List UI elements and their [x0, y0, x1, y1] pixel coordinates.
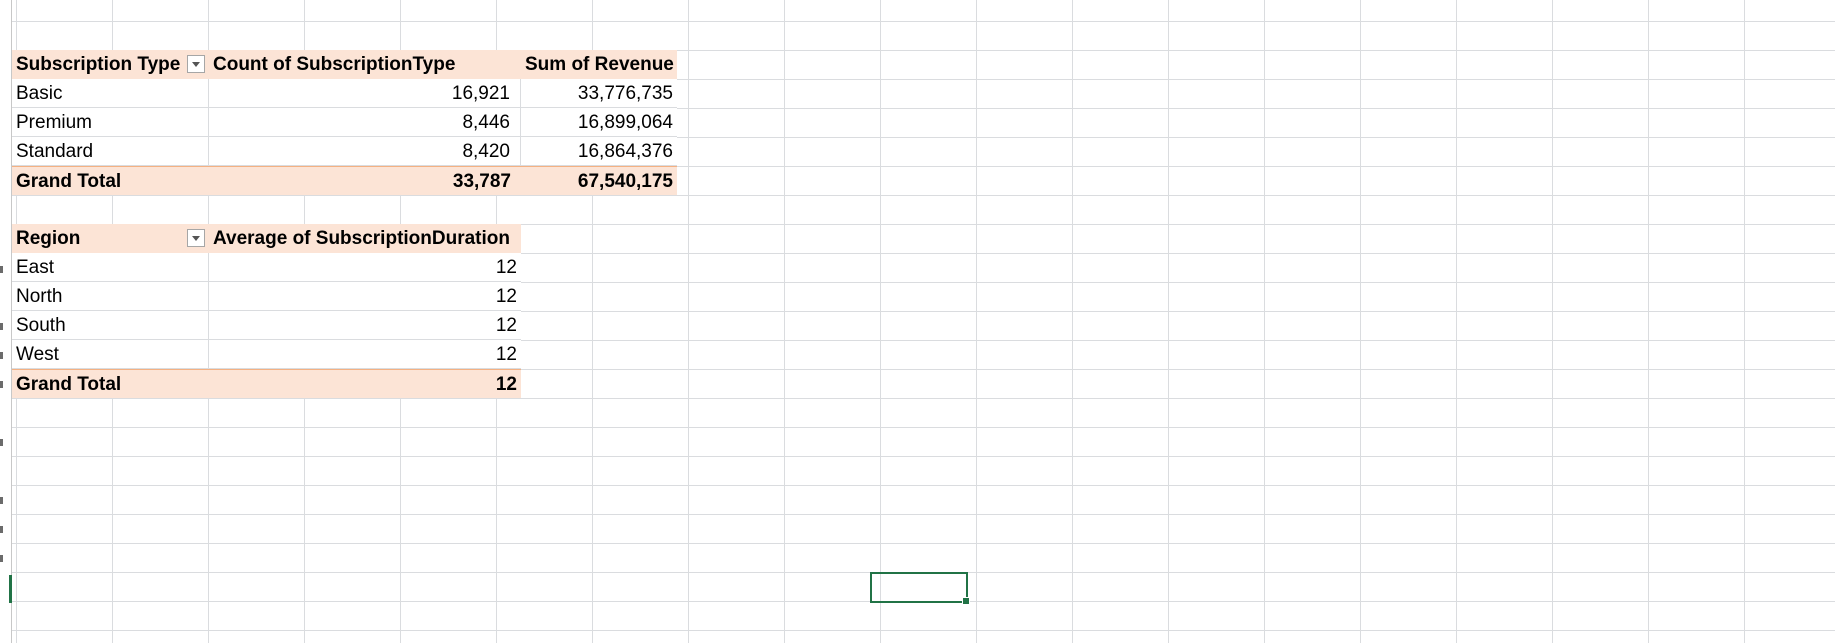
grand-total-row[interactable]: Grand Total 33,787 67,540,175 — [12, 166, 677, 195]
pivot-row-label-header[interactable]: Subscription Type — [12, 50, 209, 79]
value-cell[interactable]: 33,776,735 — [521, 79, 677, 108]
pivot-header-row: Region Average of SubscriptionDuration — [12, 224, 521, 253]
row-marker — [0, 323, 3, 330]
active-cell-selection[interactable] — [870, 572, 970, 605]
value-cell[interactable]: 16,899,064 — [521, 108, 677, 137]
active-row-indicator — [9, 575, 12, 603]
header-label: Subscription Type — [16, 54, 181, 75]
pivot-header-row: Subscription Type Count of SubscriptionT… — [12, 50, 677, 79]
row-label[interactable]: South — [12, 311, 209, 340]
row-marker — [0, 266, 3, 273]
grand-total-row[interactable]: Grand Total 12 — [12, 369, 521, 398]
chevron-down-icon — [192, 61, 200, 67]
spreadsheet-grid[interactable]: Subscription Type Count of SubscriptionT… — [0, 0, 1835, 643]
value-cell[interactable]: 16,921 — [209, 79, 521, 108]
value-cell[interactable]: 16,864,376 — [521, 137, 677, 166]
table-row[interactable]: Basic 16,921 33,776,735 — [12, 79, 677, 108]
pivot-value-header[interactable]: Count of SubscriptionType — [209, 50, 521, 79]
row-label[interactable]: West — [12, 340, 209, 369]
row-label[interactable]: Standard — [12, 137, 209, 166]
grand-total-label[interactable]: Grand Total — [12, 370, 209, 399]
header-label: Region — [16, 228, 81, 249]
value-cell[interactable]: 12 — [209, 253, 521, 282]
chevron-down-icon — [192, 235, 200, 241]
filter-dropdown-button[interactable] — [187, 55, 205, 73]
table-row[interactable]: East 12 — [12, 253, 521, 282]
row-label[interactable]: Premium — [12, 108, 209, 137]
row-marker — [0, 352, 3, 359]
grand-total-value[interactable]: 33,787 — [209, 167, 521, 196]
row-marker — [0, 526, 3, 533]
row-marker — [0, 555, 3, 562]
grand-total-value[interactable]: 12 — [209, 370, 521, 399]
pivot-value-header[interactable]: Average of SubscriptionDuration — [209, 224, 521, 253]
grand-total-label[interactable]: Grand Total — [12, 167, 209, 196]
grand-total-value[interactable]: 67,540,175 — [521, 167, 677, 196]
table-row[interactable]: West 12 — [12, 340, 521, 369]
filter-dropdown-button[interactable] — [187, 229, 205, 247]
value-cell[interactable]: 12 — [209, 311, 521, 340]
value-cell[interactable]: 8,420 — [209, 137, 521, 166]
row-label[interactable]: North — [12, 282, 209, 311]
table-row[interactable]: South 12 — [12, 311, 521, 340]
row-marker — [0, 381, 3, 388]
table-row[interactable]: North 12 — [12, 282, 521, 311]
fill-handle[interactable] — [962, 597, 970, 605]
value-cell[interactable]: 12 — [209, 282, 521, 311]
pivot-value-header[interactable]: Sum of Revenue — [521, 50, 677, 79]
row-marker — [0, 497, 3, 504]
value-cell[interactable]: 8,446 — [209, 108, 521, 137]
row-marker — [0, 439, 3, 446]
row-label[interactable]: Basic — [12, 79, 209, 108]
row-label[interactable]: East — [12, 253, 209, 282]
table-row[interactable]: Standard 8,420 16,864,376 — [12, 137, 677, 166]
pivot-row-label-header[interactable]: Region — [12, 224, 209, 253]
table-row[interactable]: Premium 8,446 16,899,064 — [12, 108, 677, 137]
value-cell[interactable]: 12 — [209, 340, 521, 369]
row-header-gutter[interactable] — [0, 0, 12, 643]
